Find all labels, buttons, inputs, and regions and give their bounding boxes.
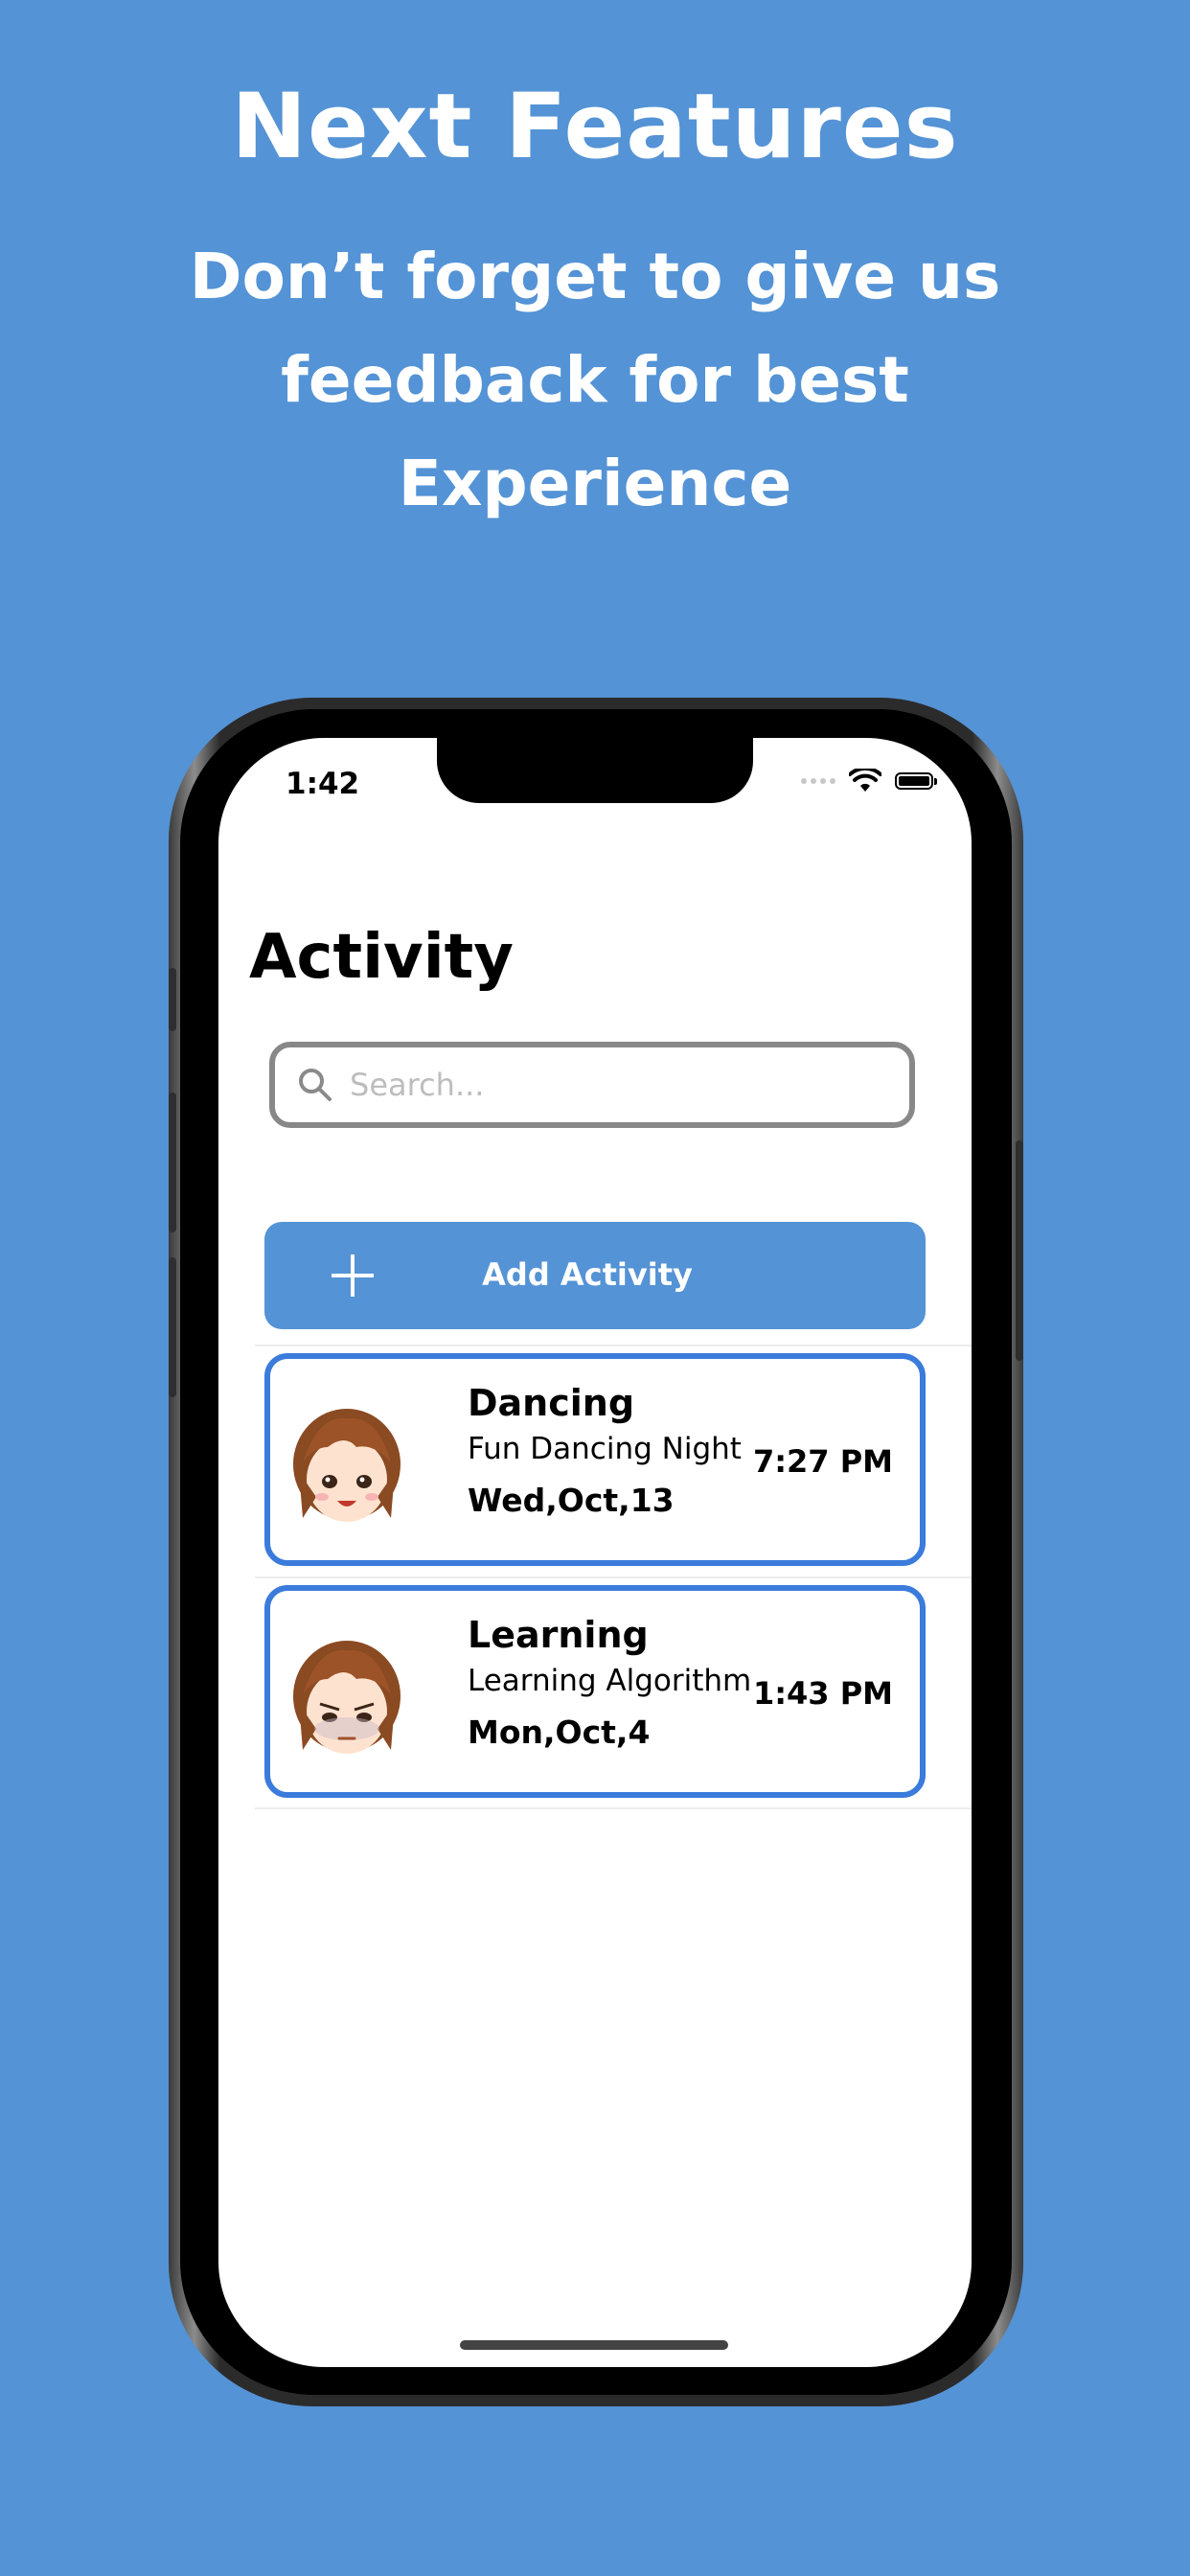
activity-title: Learning [468,1614,649,1656]
search-bar[interactable] [269,1042,915,1128]
phone-side-button [169,968,176,1031]
divider [255,1807,972,1809]
promo-subline: Don’t forget to give us feedback for bes… [0,225,1190,536]
promo-subline-text: Don’t forget to give us feedback for bes… [189,240,1001,520]
wifi-icon [849,769,881,792]
divider [255,1345,972,1346]
avatar [293,1409,400,1522]
activity-time: 1:43 PM [752,1675,893,1712]
add-activity-label: Add Activity [482,1256,693,1293]
activity-subtitle: Learning Algorithm [468,1664,752,1698]
search-icon [299,1069,332,1101]
home-indicator [460,2340,728,2350]
activity-card[interactable]: Dancing Fun Dancing Night Wed,Oct,13 7:2… [264,1353,926,1566]
activity-title: Dancing [468,1382,635,1424]
activity-time: 7:27 PM [752,1443,893,1480]
status-time: 1:42 [286,767,360,801]
phone-screen: 1:42 Activity Add Activity [218,738,972,2367]
page-title: Activity [249,922,514,993]
phone-volume-down [169,1257,176,1397]
battery-icon [895,772,937,790]
activity-date: Mon,Oct,4 [468,1714,651,1751]
activity-subtitle: Fun Dancing Night [468,1432,742,1466]
notch [437,738,753,803]
status-icons [801,769,937,794]
search-input[interactable] [348,1066,888,1104]
phone-power-button [1016,1140,1023,1361]
divider [255,1576,972,1578]
add-activity-button[interactable]: Add Activity [264,1222,926,1329]
phone-volume-up [169,1092,176,1232]
signal-icon [801,778,835,784]
avatar [293,1641,400,1754]
activity-date: Wed,Oct,13 [468,1482,675,1519]
activity-card[interactable]: Learning Learning Algorithm Mon,Oct,4 1:… [264,1585,926,1798]
promo-headline: Next Features [231,75,959,179]
